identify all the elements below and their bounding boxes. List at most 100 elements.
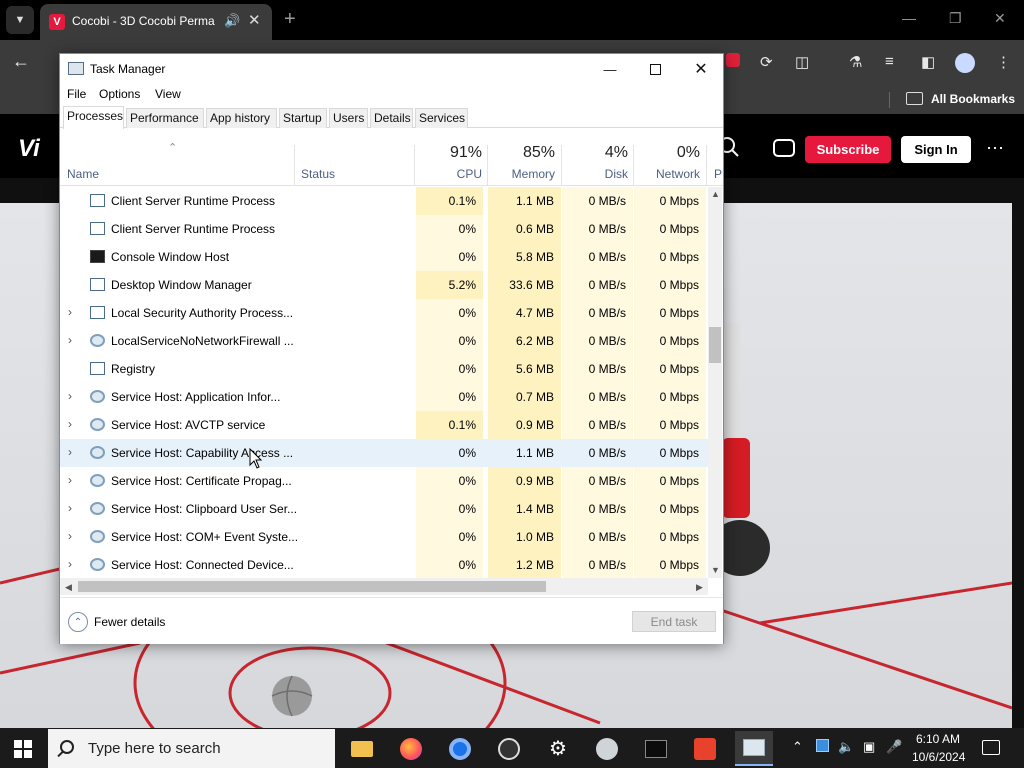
extensions-puzzle-icon[interactable]: ◫ <box>795 53 809 71</box>
notification-icon[interactable] <box>982 740 1000 755</box>
close-window-icon[interactable]: ✕ <box>994 10 1006 27</box>
browser-tab[interactable]: V Cocobi - 3D Cocobi Perma 🔊 ✕ <box>40 4 272 40</box>
menu-file[interactable]: File <box>67 87 86 101</box>
extension-red-icon[interactable] <box>726 53 740 71</box>
column-name[interactable]: Name <box>67 167 99 181</box>
column-divider[interactable] <box>633 145 634 185</box>
tab-app-history[interactable]: App history <box>206 108 277 128</box>
tab-processes[interactable]: Processes <box>63 106 124 129</box>
process-row[interactable]: › Service Host: Connected Device... 0% 1.2 … <box>60 551 708 578</box>
side-panel-icon[interactable]: ◧ <box>921 53 935 71</box>
process-row[interactable]: Client Server Runtime Process 0.1% 1.1 MB 0… <box>60 187 708 215</box>
scroll-right-icon[interactable]: ▶ <box>696 582 703 593</box>
tab-details[interactable]: Details <box>370 108 413 128</box>
labs-flask-icon[interactable]: ⚗ <box>849 53 862 71</box>
vertical-scroll-thumb[interactable] <box>709 327 721 363</box>
back-icon[interactable]: ← <box>12 51 30 72</box>
site-logo[interactable]: Vi <box>18 135 40 163</box>
column-divider[interactable] <box>561 145 562 185</box>
process-row[interactable]: › Service Host: Capability Access ... 0% 1.… <box>60 439 708 467</box>
tab-search-button[interactable]: ▼ <box>6 6 34 34</box>
tab-performance[interactable]: Performance <box>126 108 204 128</box>
column-divider[interactable] <box>414 145 415 185</box>
subscribe-button[interactable]: Subscribe <box>805 136 891 163</box>
tray-app-icon[interactable] <box>816 739 829 755</box>
reading-list-icon[interactable]: ≡ <box>885 53 894 70</box>
menu-view[interactable]: View <box>155 87 181 101</box>
file-explorer-icon[interactable] <box>343 731 381 766</box>
expand-chevron-icon[interactable]: › <box>68 417 72 431</box>
scroll-left-icon[interactable]: ◀ <box>65 582 72 593</box>
taskbar-search-box[interactable]: Type here to search <box>48 729 335 768</box>
column-status[interactable]: Status <box>301 167 335 181</box>
all-bookmarks-link[interactable]: All Bookmarks <box>931 92 1015 106</box>
network-total[interactable]: 0% <box>635 144 700 162</box>
tab-users[interactable]: Users <box>329 108 368 128</box>
process-row[interactable]: Client Server Runtime Process 0% 0.6 MB 0 M… <box>60 215 708 243</box>
disk-total[interactable]: 4% <box>563 144 628 162</box>
tm-minimize-icon[interactable]: — <box>590 58 630 80</box>
column-divider[interactable] <box>294 145 295 185</box>
scroll-up-icon[interactable]: ▲ <box>711 189 720 199</box>
new-tab-button[interactable]: + <box>284 8 296 31</box>
tab-services[interactable]: Services <box>415 108 468 128</box>
process-row[interactable]: › Service Host: Application Infor... 0% 0.7… <box>60 383 708 411</box>
menu-options[interactable]: Options <box>99 87 140 101</box>
profile-avatar-icon[interactable] <box>955 53 975 77</box>
browser-icon[interactable] <box>588 731 626 766</box>
task-manager-icon[interactable] <box>735 731 773 766</box>
chrome-icon[interactable] <box>441 731 479 766</box>
memory-total[interactable]: 85% <box>490 144 555 162</box>
network-icon[interactable]: ▣ <box>863 739 875 755</box>
process-row[interactable]: › Service Host: COM+ Event Syste... 0% 1.0 … <box>60 523 708 551</box>
firefox-icon[interactable] <box>392 731 430 766</box>
tab-startup[interactable]: Startup <box>279 108 327 128</box>
expand-chevron-icon[interactable]: › <box>68 389 72 403</box>
expand-chevron-icon[interactable]: › <box>68 529 72 543</box>
expand-chevron-icon[interactable]: › <box>68 473 72 487</box>
column-divider[interactable] <box>706 145 707 185</box>
terminal-icon[interactable] <box>637 731 675 766</box>
expand-chevron-icon[interactable]: › <box>68 445 72 459</box>
speaker-icon[interactable]: 🔊 <box>224 13 240 29</box>
sign-in-button[interactable]: Sign In <box>901 136 971 163</box>
cpu-total[interactable]: 91% <box>416 144 482 162</box>
expand-chevron-icon[interactable]: › <box>68 501 72 515</box>
close-tab-icon[interactable]: ✕ <box>248 11 261 29</box>
process-row[interactable]: › Service Host: AVCTP service 0.1% 0.9 MB 0 … <box>60 411 708 439</box>
column-network[interactable]: Network <box>635 167 700 181</box>
mail-icon[interactable] <box>773 139 795 157</box>
expand-chevron-icon[interactable]: › <box>68 333 72 347</box>
more-options-icon[interactable]: ⋯ <box>986 138 1005 159</box>
microphone-icon[interactable]: 🎤 <box>886 739 902 755</box>
column-cpu[interactable]: CPU <box>416 167 482 181</box>
horizontal-scroll-thumb[interactable] <box>78 581 546 592</box>
clock-date[interactable]: 10/6/2024 <box>912 750 965 764</box>
process-row[interactable]: Console Window Host 0% 5.8 MB 0 MB/s 0 Mbps <box>60 243 708 271</box>
process-row[interactable]: Desktop Window Manager 5.2% 33.6 MB 0 MB/s 0… <box>60 271 708 299</box>
column-memory[interactable]: Memory <box>490 167 555 181</box>
expand-chevron-icon[interactable]: › <box>68 557 72 571</box>
extension-arrows-icon[interactable]: ⟳ <box>760 53 773 71</box>
end-task-button[interactable]: End task <box>632 611 716 632</box>
fewer-details-link[interactable]: Fewer details <box>94 615 165 629</box>
clock-time[interactable]: 6:10 AM <box>916 732 960 746</box>
column-disk[interactable]: Disk <box>563 167 628 181</box>
process-row[interactable]: › Service Host: Certificate Propag... 0% 0.… <box>60 467 708 495</box>
remote-desktop-icon[interactable] <box>686 731 724 766</box>
obs-icon[interactable] <box>490 731 528 766</box>
column-power-partial[interactable]: P <box>714 167 722 181</box>
tm-maximize-icon[interactable] <box>635 58 675 80</box>
windows-start-icon[interactable] <box>14 740 32 758</box>
minimize-icon[interactable]: — <box>902 10 916 26</box>
process-row[interactable]: › Service Host: Clipboard User Ser... 0% 1.… <box>60 495 708 523</box>
process-row[interactable]: › LocalServiceNoNetworkFirewall ... 0% 6.2 … <box>60 327 708 355</box>
chevron-up-icon[interactable]: ⌃ <box>68 612 88 632</box>
restore-icon[interactable]: ❐ <box>949 10 962 27</box>
volume-icon[interactable]: 🔈 <box>838 739 854 755</box>
expand-chevron-icon[interactable]: › <box>68 305 72 319</box>
tm-close-icon[interactable]: ✕ <box>681 58 721 80</box>
column-divider[interactable] <box>487 145 488 185</box>
process-row[interactable]: › Local Security Authority Process... 0% 4.… <box>60 299 708 327</box>
vertical-scrollbar[interactable] <box>708 187 722 578</box>
